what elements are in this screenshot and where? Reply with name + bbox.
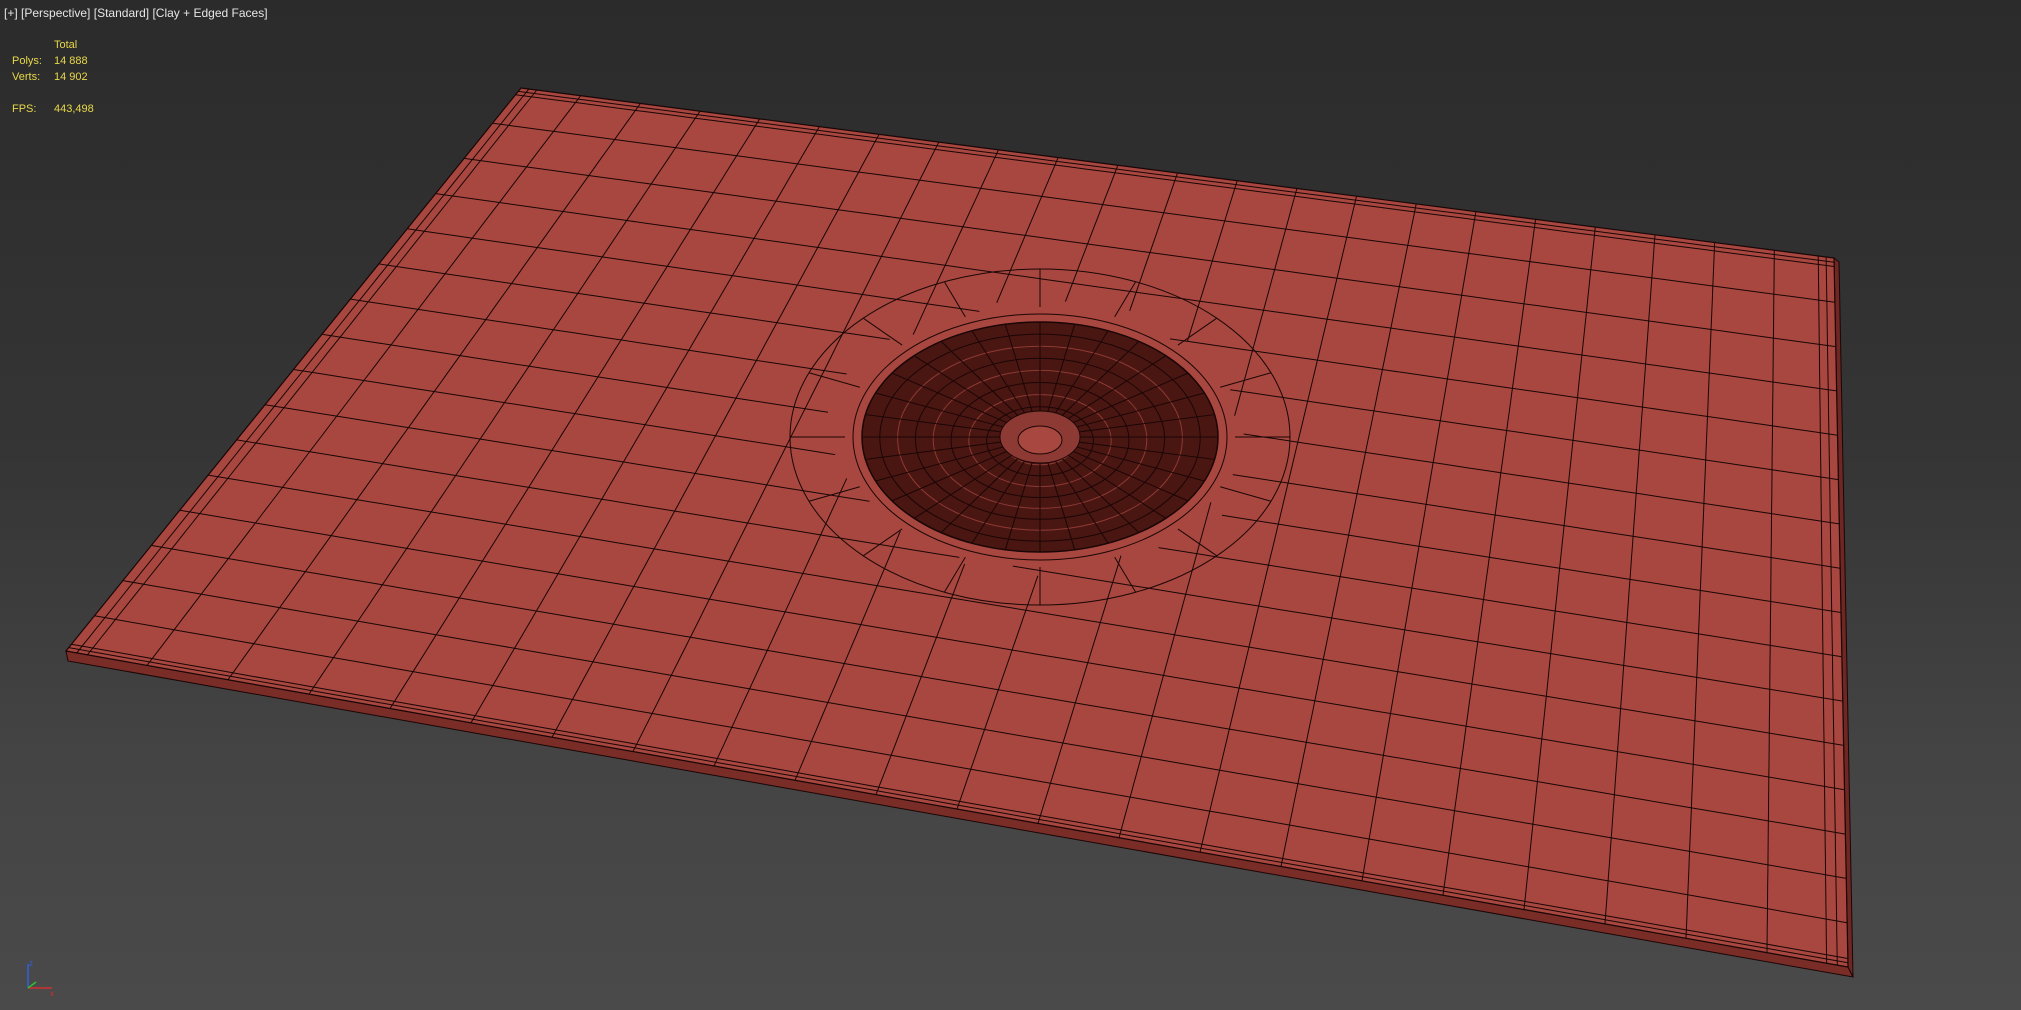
axis-gizmo: z x (27, 959, 54, 998)
axis-z-label: z (29, 959, 33, 968)
axis-x-label: x (50, 989, 54, 998)
mesh-render (64, 87, 1854, 978)
viewport-perspective[interactable]: [+] [Perspective] [Standard] [Clay + Edg… (0, 0, 2021, 1010)
